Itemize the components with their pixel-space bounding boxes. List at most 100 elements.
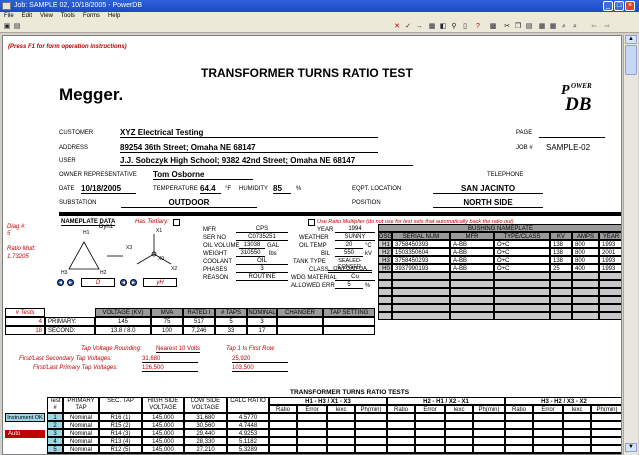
primary-last[interactable]: 103,500 (232, 365, 288, 372)
maximize-icon[interactable]: □ (614, 1, 624, 11)
tests-cell[interactable] (277, 326, 323, 335)
ttr-result-cell[interactable] (591, 437, 621, 445)
menu-edit[interactable]: Edit (22, 13, 32, 19)
bushing-cell[interactable] (572, 280, 599, 288)
bushing-cell[interactable]: 3758450293 (392, 256, 450, 264)
ttr-result-cell[interactable] (355, 413, 387, 421)
bushing-cell[interactable]: O+C (494, 240, 550, 248)
temperature-field[interactable]: 64.4 (200, 184, 221, 194)
instrument-status[interactable]: Instrument OK (5, 413, 45, 422)
ttr-result-cell[interactable] (355, 437, 387, 445)
monitor-icon[interactable]: ▩ (489, 23, 497, 31)
tests-cell[interactable]: 33 (215, 326, 247, 335)
tests-cell[interactable] (277, 317, 323, 326)
minimize-icon[interactable]: _ (603, 1, 613, 11)
next-icon[interactable]: ► (67, 279, 74, 286)
menu-file[interactable]: File (4, 13, 14, 19)
ttr-result-cell[interactable] (563, 421, 591, 429)
table2-icon[interactable]: ▦ (549, 23, 557, 31)
close-icon[interactable]: × (625, 1, 635, 11)
ttr-result-cell[interactable] (473, 413, 505, 421)
bushing-cell[interactable] (392, 296, 450, 304)
primary-connection[interactable]: D (81, 278, 115, 287)
bushing-cell[interactable]: 3758450393 (392, 240, 450, 248)
bushing-cell[interactable] (450, 280, 494, 288)
grid-icon[interactable]: ▦ (428, 23, 436, 31)
tests-cell[interactable] (323, 317, 375, 326)
prev2-icon[interactable]: ◄ (120, 279, 127, 286)
ttr-cell[interactable]: R12 (5) (99, 445, 142, 453)
tests-count[interactable]: 4 (5, 317, 45, 326)
ttr-result-cell[interactable] (327, 445, 355, 453)
bushing-cell[interactable]: O+C (494, 248, 550, 256)
bushing-cell[interactable]: 400 (572, 264, 599, 272)
ttr-cell[interactable]: 27,210 (184, 445, 227, 453)
ttr-result-cell[interactable] (473, 437, 505, 445)
bushing-cell[interactable]: 1993 (599, 264, 621, 272)
ttr-result-cell[interactable] (445, 413, 473, 421)
bushing-cell[interactable]: 25 (550, 264, 572, 272)
ttr-result-cell[interactable] (355, 429, 387, 437)
binoculars-icon[interactable]: ⚲ (450, 23, 458, 31)
next2-icon[interactable]: ► (130, 279, 137, 286)
bushing-cell[interactable]: 138 (550, 248, 572, 256)
ttr-result-cell[interactable] (269, 437, 297, 445)
ttr-cell[interactable]: Nominal (63, 437, 99, 445)
ttr-result-cell[interactable] (591, 445, 621, 453)
page-field[interactable] (539, 137, 605, 138)
ttr-cell[interactable]: 145,000 (142, 437, 184, 445)
bushing-cell[interactable] (494, 280, 550, 288)
ttr-result-cell[interactable] (415, 429, 445, 437)
ttr-result-cell[interactable] (387, 445, 415, 453)
delete-icon[interactable]: ✕ (393, 23, 401, 31)
ttr-result-cell[interactable] (415, 413, 445, 421)
help-icon[interactable]: ? (474, 23, 482, 31)
save-icon[interactable]: ▣ (3, 23, 11, 31)
bil-field[interactable]: 550 (335, 250, 363, 257)
scroll-thumb[interactable] (625, 45, 637, 75)
ttr-result-cell[interactable] (445, 421, 473, 429)
ttr-result-cell[interactable] (563, 445, 591, 453)
substation-field[interactable]: OUTDOOR (121, 198, 257, 208)
ttr-cell[interactable]: R16 (1) (99, 413, 142, 421)
ttr-result-cell[interactable] (591, 413, 621, 421)
primary-first[interactable]: 126,500 (142, 365, 198, 372)
ttr-result-cell[interactable] (387, 429, 415, 437)
ttr-result-cell[interactable] (505, 445, 533, 453)
ttr-cell[interactable]: Nominal (63, 429, 99, 437)
ttr-result-cell[interactable] (505, 429, 533, 437)
coolant-field[interactable]: OIL (236, 258, 288, 265)
checkmark-icon[interactable]: ✓ (404, 23, 412, 31)
eqpt-location-field[interactable]: SAN JACINTO (433, 184, 543, 194)
ttr-result-cell[interactable] (533, 437, 563, 445)
ttr-result-cell[interactable] (563, 437, 591, 445)
bushing-cell[interactable] (572, 312, 599, 320)
vertical-scrollbar[interactable]: ▲ ▼ (623, 35, 638, 455)
bushing-cell[interactable] (572, 304, 599, 312)
ttr-result-cell[interactable] (355, 445, 387, 453)
rounding-field[interactable]: Nearest 10 Volts (156, 346, 201, 353)
bushing-cell[interactable]: 800 (572, 248, 599, 256)
ttr-result-cell[interactable] (505, 421, 533, 429)
oil-volume-field[interactable]: 13038 (239, 242, 265, 249)
ttr-result-cell[interactable] (327, 413, 355, 421)
ttr-result-cell[interactable] (533, 421, 563, 429)
oil-temp-field[interactable]: 20 (335, 242, 363, 249)
ttr-result-cell[interactable] (269, 413, 297, 421)
bushing-cell[interactable] (494, 312, 550, 320)
bushing-cell[interactable]: 800 (572, 256, 599, 264)
ttr-result-cell[interactable] (387, 413, 415, 421)
ttr-result-cell[interactable] (327, 437, 355, 445)
ttr-result-cell[interactable] (473, 421, 505, 429)
tests-cell[interactable]: 517 (183, 317, 215, 326)
search2-icon[interactable]: ⌕ (571, 23, 579, 31)
ttr-cell[interactable]: 4.7448 (227, 421, 269, 429)
bushing-cell[interactable] (599, 312, 621, 320)
ttr-cell[interactable]: Nominal (63, 421, 99, 429)
bushing-cell[interactable] (378, 288, 392, 296)
customer-field[interactable]: XYZ Electrical Testing (120, 128, 378, 138)
reason-field[interactable]: ROUTINE (236, 274, 288, 281)
bushing-cell[interactable]: 1993 (599, 240, 621, 248)
bushing-cell[interactable] (392, 288, 450, 296)
ttr-result-cell[interactable] (445, 429, 473, 437)
